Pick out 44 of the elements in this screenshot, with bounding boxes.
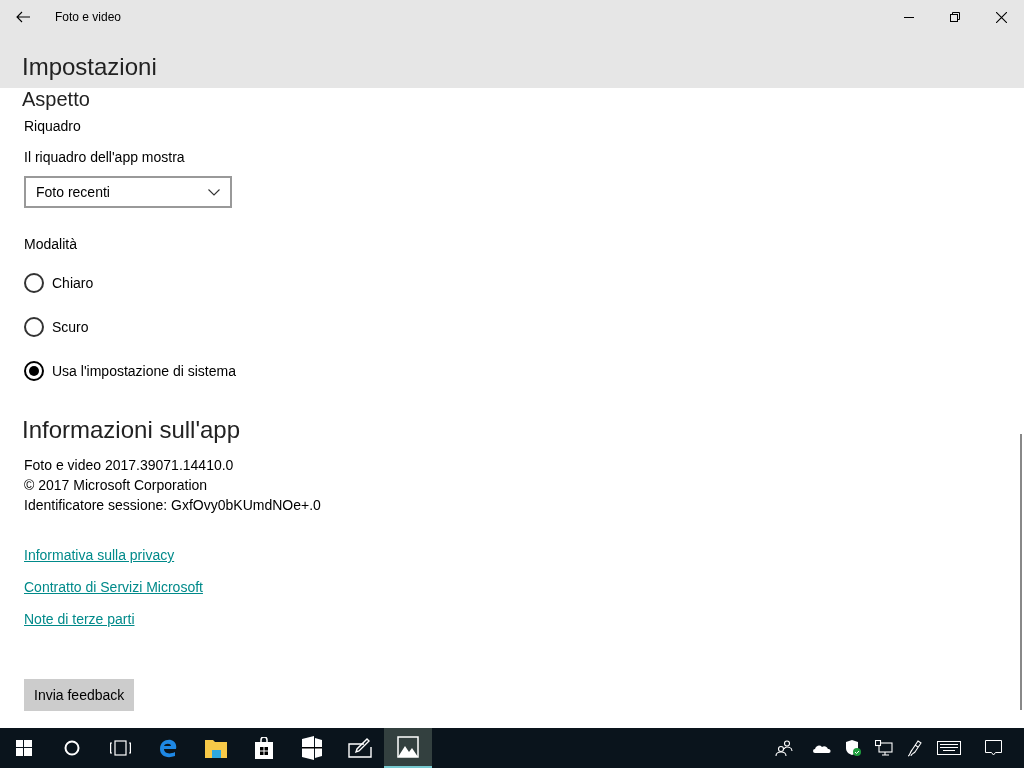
app-info-text: © 2017 Microsoft Corporation	[24, 476, 208, 495]
close-icon	[995, 11, 1007, 23]
pen-icon[interactable]	[907, 739, 923, 757]
window-title: Foto e video	[55, 9, 122, 26]
people-icon[interactable]	[775, 740, 793, 756]
link[interactable]: Informativa sulla privacy	[24, 545, 175, 565]
tablet-icon	[302, 736, 322, 760]
taskbar-button[interactable]	[384, 728, 432, 768]
app-info-text: Foto e video 2017.39071.14410.0	[24, 456, 234, 475]
feedback-button[interactable]: Invia feedback	[24, 679, 135, 711]
tile-dropdown[interactable]: Foto recenti	[24, 176, 232, 208]
mode-label: Modalità	[24, 235, 77, 254]
section-heading: Aspetto	[22, 88, 90, 110]
notification-icon[interactable]	[985, 740, 1002, 756]
shopping-bag-icon	[254, 737, 274, 759]
minimize-icon	[904, 16, 914, 18]
link[interactable]: Note di terze parti	[24, 609, 135, 629]
cloud-icon[interactable]	[813, 743, 831, 753]
circle-icon	[64, 740, 80, 756]
radio-button[interactable]	[24, 273, 44, 293]
radio-button[interactable]	[24, 317, 44, 337]
network-icon[interactable]	[875, 740, 893, 756]
page-title: Impostazioni	[22, 52, 157, 82]
scrollbar-thumb[interactable]	[1020, 434, 1022, 710]
shield-icon[interactable]	[845, 740, 861, 756]
radio-button[interactable]	[24, 361, 44, 381]
back-arrow-icon	[16, 11, 30, 23]
section-heading: Informazioni sull'app	[22, 415, 241, 445]
dropdown-label: Il riquadro dell'app mostra	[24, 148, 185, 167]
radio-option[interactable]: Usa l'impostazione di sistema	[24, 361, 236, 381]
radio-option[interactable]: Chiaro	[24, 273, 94, 293]
windows-logo-icon	[16, 740, 32, 756]
folder-icon	[205, 738, 227, 758]
link[interactable]: Contratto di Servizi Microsoft	[24, 577, 203, 597]
task-view-icon	[109, 740, 131, 756]
keyboard-icon[interactable]	[937, 741, 961, 755]
chevron-down-icon	[208, 188, 220, 196]
restore-icon	[950, 12, 960, 22]
pen-icon	[348, 738, 372, 758]
subsection-label: Riquadro	[24, 117, 81, 136]
e-logo-icon	[158, 738, 178, 758]
radio-option[interactable]: Scuro	[24, 317, 89, 337]
photo-icon	[397, 736, 419, 758]
app-info-text: Identificatore sessione: GxfOvy0bKUmdNOe+.0	[24, 496, 321, 515]
